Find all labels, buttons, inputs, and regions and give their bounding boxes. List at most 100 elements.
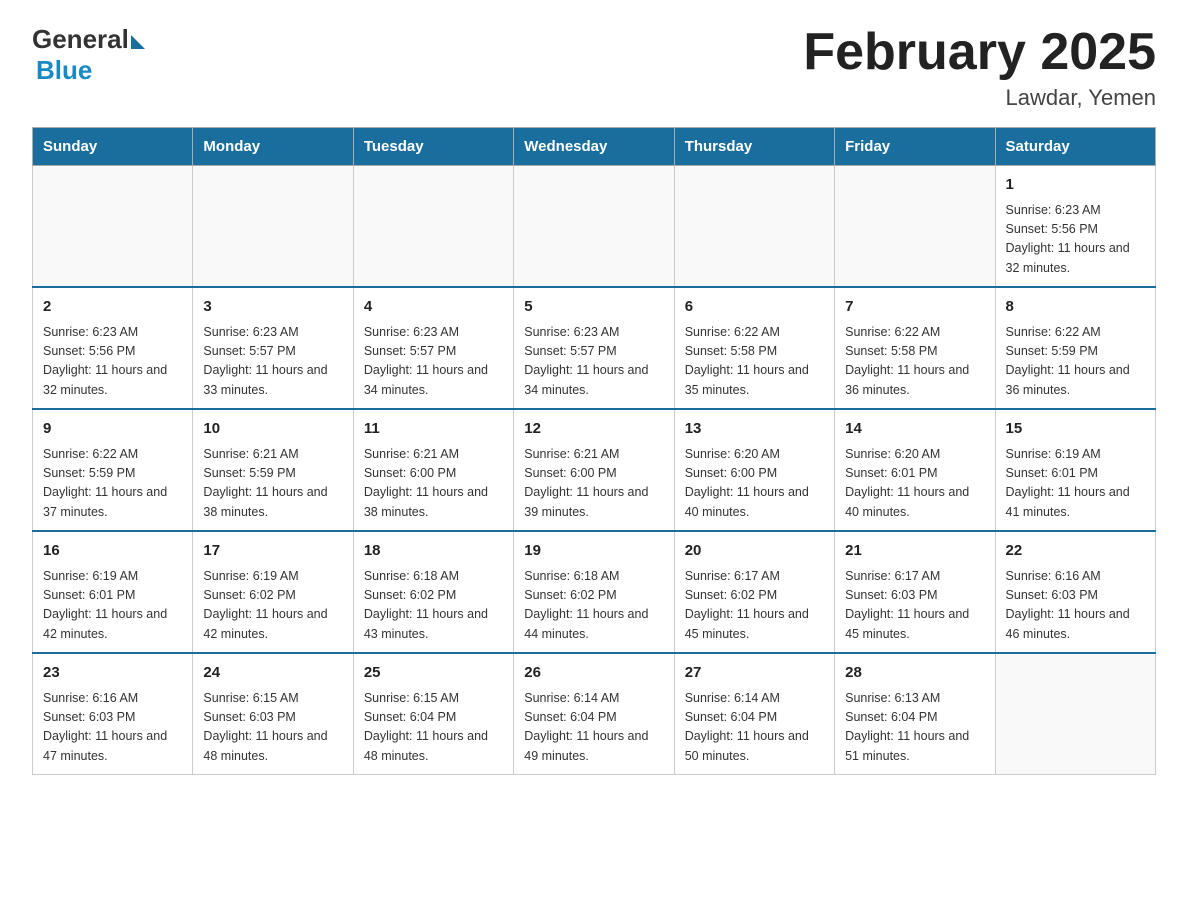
calendar-day-cell	[193, 166, 353, 288]
header-tuesday: Tuesday	[353, 128, 513, 166]
calendar-day-cell	[514, 166, 674, 288]
location-text: Lawdar, Yemen	[803, 85, 1156, 111]
calendar-day-cell: 23 Sunrise: 6:16 AM Sunset: 6:03 PM Dayli…	[33, 653, 193, 775]
day-number: 8	[1006, 296, 1145, 319]
calendar-day-cell: 3 Sunrise: 6:23 AM Sunset: 5:57 PM Daylig…	[193, 287, 353, 409]
day-info: Sunrise: 6:13 AM Sunset: 6:04 PM Dayligh…	[845, 689, 984, 767]
day-number: 20	[685, 540, 824, 563]
calendar-day-cell: 13Sunrise: 6:20 AM Sunset: 6:00 PM Dayli…	[674, 409, 834, 531]
day-info: Sunrise: 6:18 AM Sunset: 6:02 PM Dayligh…	[364, 567, 503, 645]
day-info: Sunrise: 6:18 AM Sunset: 6:02 PM Dayligh…	[524, 567, 663, 645]
day-info: Sunrise: 6:22 AM Sunset: 5:59 PM Dayligh…	[1006, 323, 1145, 401]
day-info: Sunrise: 6:21 AM Sunset: 6:00 PM Dayligh…	[364, 445, 503, 523]
calendar-day-cell: 15Sunrise: 6:19 AM Sunset: 6:01 PM Dayli…	[995, 409, 1155, 531]
day-number: 24	[203, 662, 342, 685]
day-number: 28	[845, 662, 984, 685]
header-wednesday: Wednesday	[514, 128, 674, 166]
day-number: 9	[43, 418, 182, 441]
calendar-day-cell: 10 Sunrise: 6:21 AM Sunset: 5:59 PM Dayli…	[193, 409, 353, 531]
day-number: 22	[1006, 540, 1145, 563]
calendar-day-cell: 9 Sunrise: 6:22 AM Sunset: 5:59 PM Daylig…	[33, 409, 193, 531]
calendar-day-cell: 21 Sunrise: 6:17 AM Sunset: 6:03 PM Dayli…	[835, 531, 995, 653]
day-number: 11	[364, 418, 503, 441]
weekday-header-row: Sunday Monday Tuesday Wednesday Thursday…	[33, 128, 1156, 166]
day-number: 23	[43, 662, 182, 685]
day-number: 13	[685, 418, 824, 441]
day-number: 25	[364, 662, 503, 685]
day-info: Sunrise: 6:23 AM Sunset: 5:56 PM Dayligh…	[43, 323, 182, 401]
calendar-table: Sunday Monday Tuesday Wednesday Thursday…	[32, 127, 1156, 775]
day-info: Sunrise: 6:19 AM Sunset: 6:01 PM Dayligh…	[1006, 445, 1145, 523]
calendar-day-cell: 12Sunrise: 6:21 AM Sunset: 6:00 PM Dayli…	[514, 409, 674, 531]
calendar-week-row: 9 Sunrise: 6:22 AM Sunset: 5:59 PM Daylig…	[33, 409, 1156, 531]
calendar-day-cell: 19 Sunrise: 6:18 AM Sunset: 6:02 PM Dayli…	[514, 531, 674, 653]
day-number: 14	[845, 418, 984, 441]
header-friday: Friday	[835, 128, 995, 166]
day-info: Sunrise: 6:17 AM Sunset: 6:03 PM Dayligh…	[845, 567, 984, 645]
calendar-day-cell: 18 Sunrise: 6:18 AM Sunset: 6:02 PM Dayli…	[353, 531, 513, 653]
day-info: Sunrise: 6:15 AM Sunset: 6:03 PM Dayligh…	[203, 689, 342, 767]
calendar-day-cell: 7 Sunrise: 6:22 AM Sunset: 5:58 PM Daylig…	[835, 287, 995, 409]
day-number: 5	[524, 296, 663, 319]
day-info: Sunrise: 6:21 AM Sunset: 5:59 PM Dayligh…	[203, 445, 342, 523]
day-number: 6	[685, 296, 824, 319]
calendar-day-cell: 8 Sunrise: 6:22 AM Sunset: 5:59 PM Daylig…	[995, 287, 1155, 409]
header-monday: Monday	[193, 128, 353, 166]
day-info: Sunrise: 6:23 AM Sunset: 5:57 PM Dayligh…	[524, 323, 663, 401]
calendar-day-cell: 26 Sunrise: 6:14 AM Sunset: 6:04 PM Dayli…	[514, 653, 674, 775]
calendar-day-cell: 2 Sunrise: 6:23 AM Sunset: 5:56 PM Daylig…	[33, 287, 193, 409]
day-number: 10	[203, 418, 342, 441]
day-info: Sunrise: 6:23 AM Sunset: 5:56 PM Dayligh…	[1006, 201, 1145, 279]
page-header: General Blue February 2025 Lawdar, Yemen	[32, 24, 1156, 111]
day-info: Sunrise: 6:23 AM Sunset: 5:57 PM Dayligh…	[203, 323, 342, 401]
day-number: 18	[364, 540, 503, 563]
calendar-day-cell: 4 Sunrise: 6:23 AM Sunset: 5:57 PM Daylig…	[353, 287, 513, 409]
day-number: 4	[364, 296, 503, 319]
calendar-day-cell: 22Sunrise: 6:16 AM Sunset: 6:03 PM Dayli…	[995, 531, 1155, 653]
calendar-week-row: 2 Sunrise: 6:23 AM Sunset: 5:56 PM Daylig…	[33, 287, 1156, 409]
day-number: 16	[43, 540, 182, 563]
header-saturday: Saturday	[995, 128, 1155, 166]
day-info: Sunrise: 6:14 AM Sunset: 6:04 PM Dayligh…	[524, 689, 663, 767]
calendar-day-cell: 11 Sunrise: 6:21 AM Sunset: 6:00 PM Dayli…	[353, 409, 513, 531]
day-number: 1	[1006, 174, 1145, 197]
calendar-day-cell	[674, 166, 834, 288]
calendar-week-row: 1 Sunrise: 6:23 AM Sunset: 5:56 PM Daylig…	[33, 166, 1156, 288]
day-info: Sunrise: 6:23 AM Sunset: 5:57 PM Dayligh…	[364, 323, 503, 401]
day-info: Sunrise: 6:19 AM Sunset: 6:02 PM Dayligh…	[203, 567, 342, 645]
calendar-day-cell: 28 Sunrise: 6:13 AM Sunset: 6:04 PM Dayli…	[835, 653, 995, 775]
day-info: Sunrise: 6:22 AM Sunset: 5:59 PM Dayligh…	[43, 445, 182, 523]
logo-arrow-icon	[131, 35, 145, 49]
day-number: 21	[845, 540, 984, 563]
day-info: Sunrise: 6:16 AM Sunset: 6:03 PM Dayligh…	[43, 689, 182, 767]
calendar-day-cell	[995, 653, 1155, 775]
calendar-day-cell: 16 Sunrise: 6:19 AM Sunset: 6:01 PM Dayli…	[33, 531, 193, 653]
day-number: 26	[524, 662, 663, 685]
title-block: February 2025 Lawdar, Yemen	[803, 24, 1156, 111]
day-number: 19	[524, 540, 663, 563]
day-number: 27	[685, 662, 824, 685]
day-number: 2	[43, 296, 182, 319]
calendar-day-cell: 20Sunrise: 6:17 AM Sunset: 6:02 PM Dayli…	[674, 531, 834, 653]
month-title: February 2025	[803, 24, 1156, 81]
day-number: 12	[524, 418, 663, 441]
header-thursday: Thursday	[674, 128, 834, 166]
calendar-day-cell	[33, 166, 193, 288]
calendar-day-cell: 6Sunrise: 6:22 AM Sunset: 5:58 PM Daylig…	[674, 287, 834, 409]
logo-blue-text: Blue	[36, 55, 92, 86]
calendar-week-row: 16 Sunrise: 6:19 AM Sunset: 6:01 PM Dayli…	[33, 531, 1156, 653]
day-number: 7	[845, 296, 984, 319]
calendar-day-cell	[835, 166, 995, 288]
calendar-day-cell: 5 Sunrise: 6:23 AM Sunset: 5:57 PM Daylig…	[514, 287, 674, 409]
calendar-day-cell: 24 Sunrise: 6:15 AM Sunset: 6:03 PM Dayli…	[193, 653, 353, 775]
day-info: Sunrise: 6:20 AM Sunset: 6:01 PM Dayligh…	[845, 445, 984, 523]
logo-general-text: General	[32, 24, 129, 55]
calendar-day-cell: 17 Sunrise: 6:19 AM Sunset: 6:02 PM Dayli…	[193, 531, 353, 653]
day-info: Sunrise: 6:14 AM Sunset: 6:04 PM Dayligh…	[685, 689, 824, 767]
day-info: Sunrise: 6:22 AM Sunset: 5:58 PM Dayligh…	[845, 323, 984, 401]
day-info: Sunrise: 6:19 AM Sunset: 6:01 PM Dayligh…	[43, 567, 182, 645]
calendar-day-cell: 14 Sunrise: 6:20 AM Sunset: 6:01 PM Dayli…	[835, 409, 995, 531]
day-number: 3	[203, 296, 342, 319]
day-number: 17	[203, 540, 342, 563]
day-info: Sunrise: 6:15 AM Sunset: 6:04 PM Dayligh…	[364, 689, 503, 767]
